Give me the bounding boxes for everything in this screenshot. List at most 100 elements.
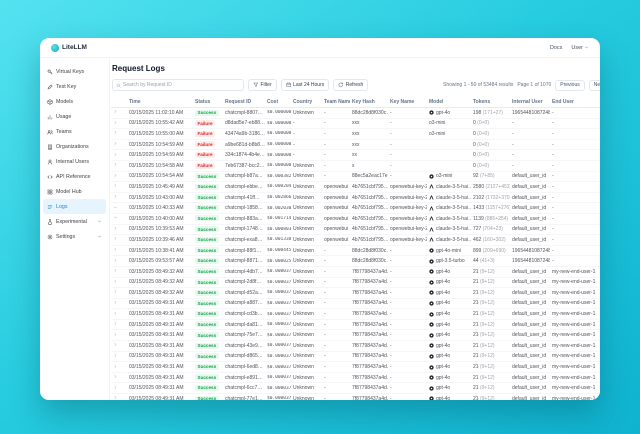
chevron-right-icon[interactable] — [113, 236, 118, 241]
docs-link[interactable]: Docs — [550, 45, 563, 51]
cell-request-id: chatcmpl-d52a… — [223, 290, 265, 296]
sidebar-item-organizations[interactable]: Organizations — [43, 139, 106, 154]
chevron-down-icon[interactable] — [113, 215, 118, 220]
cell-key-hash: 88dc28d8f030c… — [350, 258, 388, 264]
table-row[interactable]: 03/15/2025 10:43:00 AMSuccesschatcmpl-41… — [111, 193, 600, 204]
chevron-right-icon[interactable] — [113, 194, 118, 199]
chevron-right-icon[interactable] — [113, 130, 118, 135]
cell-expander — [111, 311, 127, 318]
chevron-right-icon[interactable] — [113, 109, 118, 114]
sidebar-item-model-hub[interactable]: Model Hub — [43, 184, 106, 199]
chevron-right-icon[interactable] — [113, 300, 118, 305]
chevron-right-icon[interactable] — [113, 289, 118, 294]
table-row[interactable]: 03/15/2025 08:49:31 AMSuccesschatcmpl-d8… — [111, 352, 600, 363]
cell-country: Unknown — [291, 237, 322, 243]
table-row[interactable]: 03/15/2025 10:40:00 AMSuccesschatcmpl-88… — [111, 214, 600, 225]
chevron-right-icon[interactable] — [113, 385, 118, 390]
chevron-right-icon[interactable] — [113, 247, 118, 252]
sidebar-item-models[interactable]: Models — [43, 94, 106, 109]
chevron-right-icon[interactable] — [113, 120, 118, 125]
table-row[interactable]: 03/15/2025 10:38:41 AMSuccesschatcmpl-88… — [111, 246, 600, 257]
chevron-right-icon[interactable] — [113, 183, 118, 188]
chevron-right-icon[interactable] — [113, 279, 118, 284]
chevron-right-icon[interactable] — [113, 152, 118, 157]
filter-button[interactable]: Filter — [248, 79, 277, 91]
chevron-right-icon[interactable] — [113, 226, 118, 231]
next-page-button[interactable]: Next — [589, 80, 600, 91]
previous-page-button[interactable]: Previous — [555, 80, 584, 91]
chevron-right-icon[interactable] — [113, 173, 118, 178]
table-row[interactable]: 03/15/2025 10:54:58 AMFailure7eb67387-bc… — [111, 161, 600, 172]
sidebar-item-api-reference[interactable]: API Reference — [43, 169, 106, 184]
cell-model: claude-3-5-hai… — [427, 195, 471, 201]
sidebar-item-usage[interactable]: Usage — [43, 109, 106, 124]
table-row[interactable]: 03/15/2025 10:55:00 AMFailure43474a9b-31… — [111, 129, 600, 140]
sidebar-item-settings[interactable]: Settings — [43, 229, 106, 244]
chevron-right-icon[interactable] — [113, 332, 118, 337]
table-row[interactable]: 03/15/2025 10:54:59 AMFailure334c1874-4b… — [111, 150, 600, 161]
table-row[interactable]: 03/15/2025 08:49:31 AMSuccesschatcmpl-75… — [111, 330, 600, 341]
table-row[interactable]: 03/15/2025 08:49:31 AMSuccesschatcmpl-77… — [111, 394, 600, 400]
chevron-right-icon[interactable] — [113, 374, 118, 379]
cell-key-hash: 7f87798437a4d… — [350, 279, 388, 285]
table-row[interactable]: 03/15/2025 10:55:42 AMFailured8dad5e7-eb… — [111, 119, 600, 130]
chevron-right-icon[interactable] — [113, 141, 118, 146]
table-row[interactable]: 03/15/2025 09:53:57 AMSuccesschatcmpl-88… — [111, 256, 600, 267]
cell-status: Success — [193, 374, 223, 381]
cell-key-hash: 88dc28d8f030c… — [350, 110, 388, 116]
table-row[interactable]: 03/15/2025 10:45:49 AMSuccesschatcmpl-eb… — [111, 182, 600, 193]
table-row[interactable]: 03/15/2025 08:49:32 AMSuccesschatcmpl-4d… — [111, 267, 600, 278]
chevron-right-icon[interactable] — [113, 395, 118, 400]
chevron-right-icon[interactable] — [113, 364, 118, 369]
table-row[interactable]: 03/15/2025 08:49:32 AMSuccesschatcmpl-2d… — [111, 278, 600, 289]
time-range-button[interactable]: Last 24 Hours — [281, 79, 330, 91]
cell-status: Success — [193, 290, 223, 297]
chevron-right-icon[interactable] — [113, 268, 118, 273]
sidebar-item-internal-users[interactable]: Internal Users — [43, 154, 106, 169]
sidebar-item-teams[interactable]: Teams — [43, 124, 106, 139]
cell-tokens: 2580 (2127+453) — [471, 184, 510, 190]
table-row[interactable]: 03/15/2025 10:40:33 AMSuccesschatcmpl-18… — [111, 203, 600, 214]
chevron-right-icon[interactable] — [113, 321, 118, 326]
cell-model: gpt-4o — [427, 110, 471, 116]
table-row[interactable]: 03/15/2025 08:49:31 AMSuccesschatcmpl-6c… — [111, 383, 600, 394]
logs-icon — [47, 204, 53, 210]
chevron-right-icon[interactable] — [113, 342, 118, 347]
cell-key-name: - — [388, 248, 427, 254]
table-row[interactable]: 03/15/2025 08:49:31 AMSuccesschatcmpl-43… — [111, 341, 600, 352]
table-row[interactable]: 03/15/2025 08:49:31 AMSuccesschatcmpl-cd… — [111, 309, 600, 320]
table-row[interactable]: 03/15/2025 10:54:54 AMSuccesschatcmpl-b8… — [111, 172, 600, 183]
table-row[interactable]: 03/15/2025 08:49:31 AMSuccesschatcmpl-da… — [111, 320, 600, 331]
table-row[interactable]: 03/15/2025 08:49:31 AMSuccesschatcmpl-e8… — [111, 373, 600, 384]
cell-internal-user: default_user_id — [510, 269, 550, 275]
cell-time: 03/15/2025 08:49:31 AM — [127, 322, 193, 328]
openai-icon — [429, 322, 434, 327]
chevron-right-icon[interactable] — [113, 311, 118, 316]
sidebar-item-virtual-keys[interactable]: Virtual Keys — [43, 64, 106, 79]
cell-cost: $0.000037 — [265, 333, 291, 338]
sidebar-item-test-key[interactable]: Test Key — [43, 79, 106, 94]
cell-key-name: - — [388, 279, 427, 285]
chevron-down-icon — [584, 45, 589, 50]
sidebar-item-experimental[interactable]: Experimental — [43, 214, 106, 229]
sidebar-item-logs[interactable]: Logs — [43, 199, 106, 214]
table-row[interactable]: 03/15/2025 10:54:59 AMFailurea9be681d-b8… — [111, 140, 600, 151]
table-row[interactable]: 03/15/2025 11:02:10 AMSuccesschatcmpl-88… — [111, 108, 600, 119]
cell-request-id: chatcmpl-d865… — [223, 353, 265, 359]
chevron-right-icon[interactable] — [113, 162, 118, 167]
table-row[interactable]: 03/15/2025 08:49:32 AMSuccesschatcmpl-d5… — [111, 288, 600, 299]
cell-team-name: - — [322, 258, 350, 264]
cell-key-hash: 4b7651cbf795… — [350, 205, 388, 211]
refresh-button[interactable]: Refresh — [333, 79, 368, 91]
table-row[interactable]: 03/15/2025 10:39:46 AMSuccesschatcmpl-ex… — [111, 235, 600, 246]
user-menu[interactable]: User — [571, 45, 589, 51]
chevron-right-icon[interactable] — [113, 353, 118, 358]
chevron-right-icon[interactable] — [113, 258, 118, 263]
cell-team-name: - — [322, 120, 350, 126]
table-row[interactable]: 03/15/2025 10:39:53 AMSuccesschatcmpl-17… — [111, 225, 600, 236]
table-row[interactable]: 03/15/2025 08:49:31 AMSuccesschatcmpl-6e… — [111, 362, 600, 373]
search-input[interactable] — [123, 82, 240, 88]
table-row[interactable]: 03/15/2025 08:49:31 AMSuccesschatcmpl-a8… — [111, 299, 600, 310]
chevron-down-icon[interactable] — [113, 205, 118, 210]
cell-end-user: my-new-end-user-1 — [550, 396, 600, 400]
